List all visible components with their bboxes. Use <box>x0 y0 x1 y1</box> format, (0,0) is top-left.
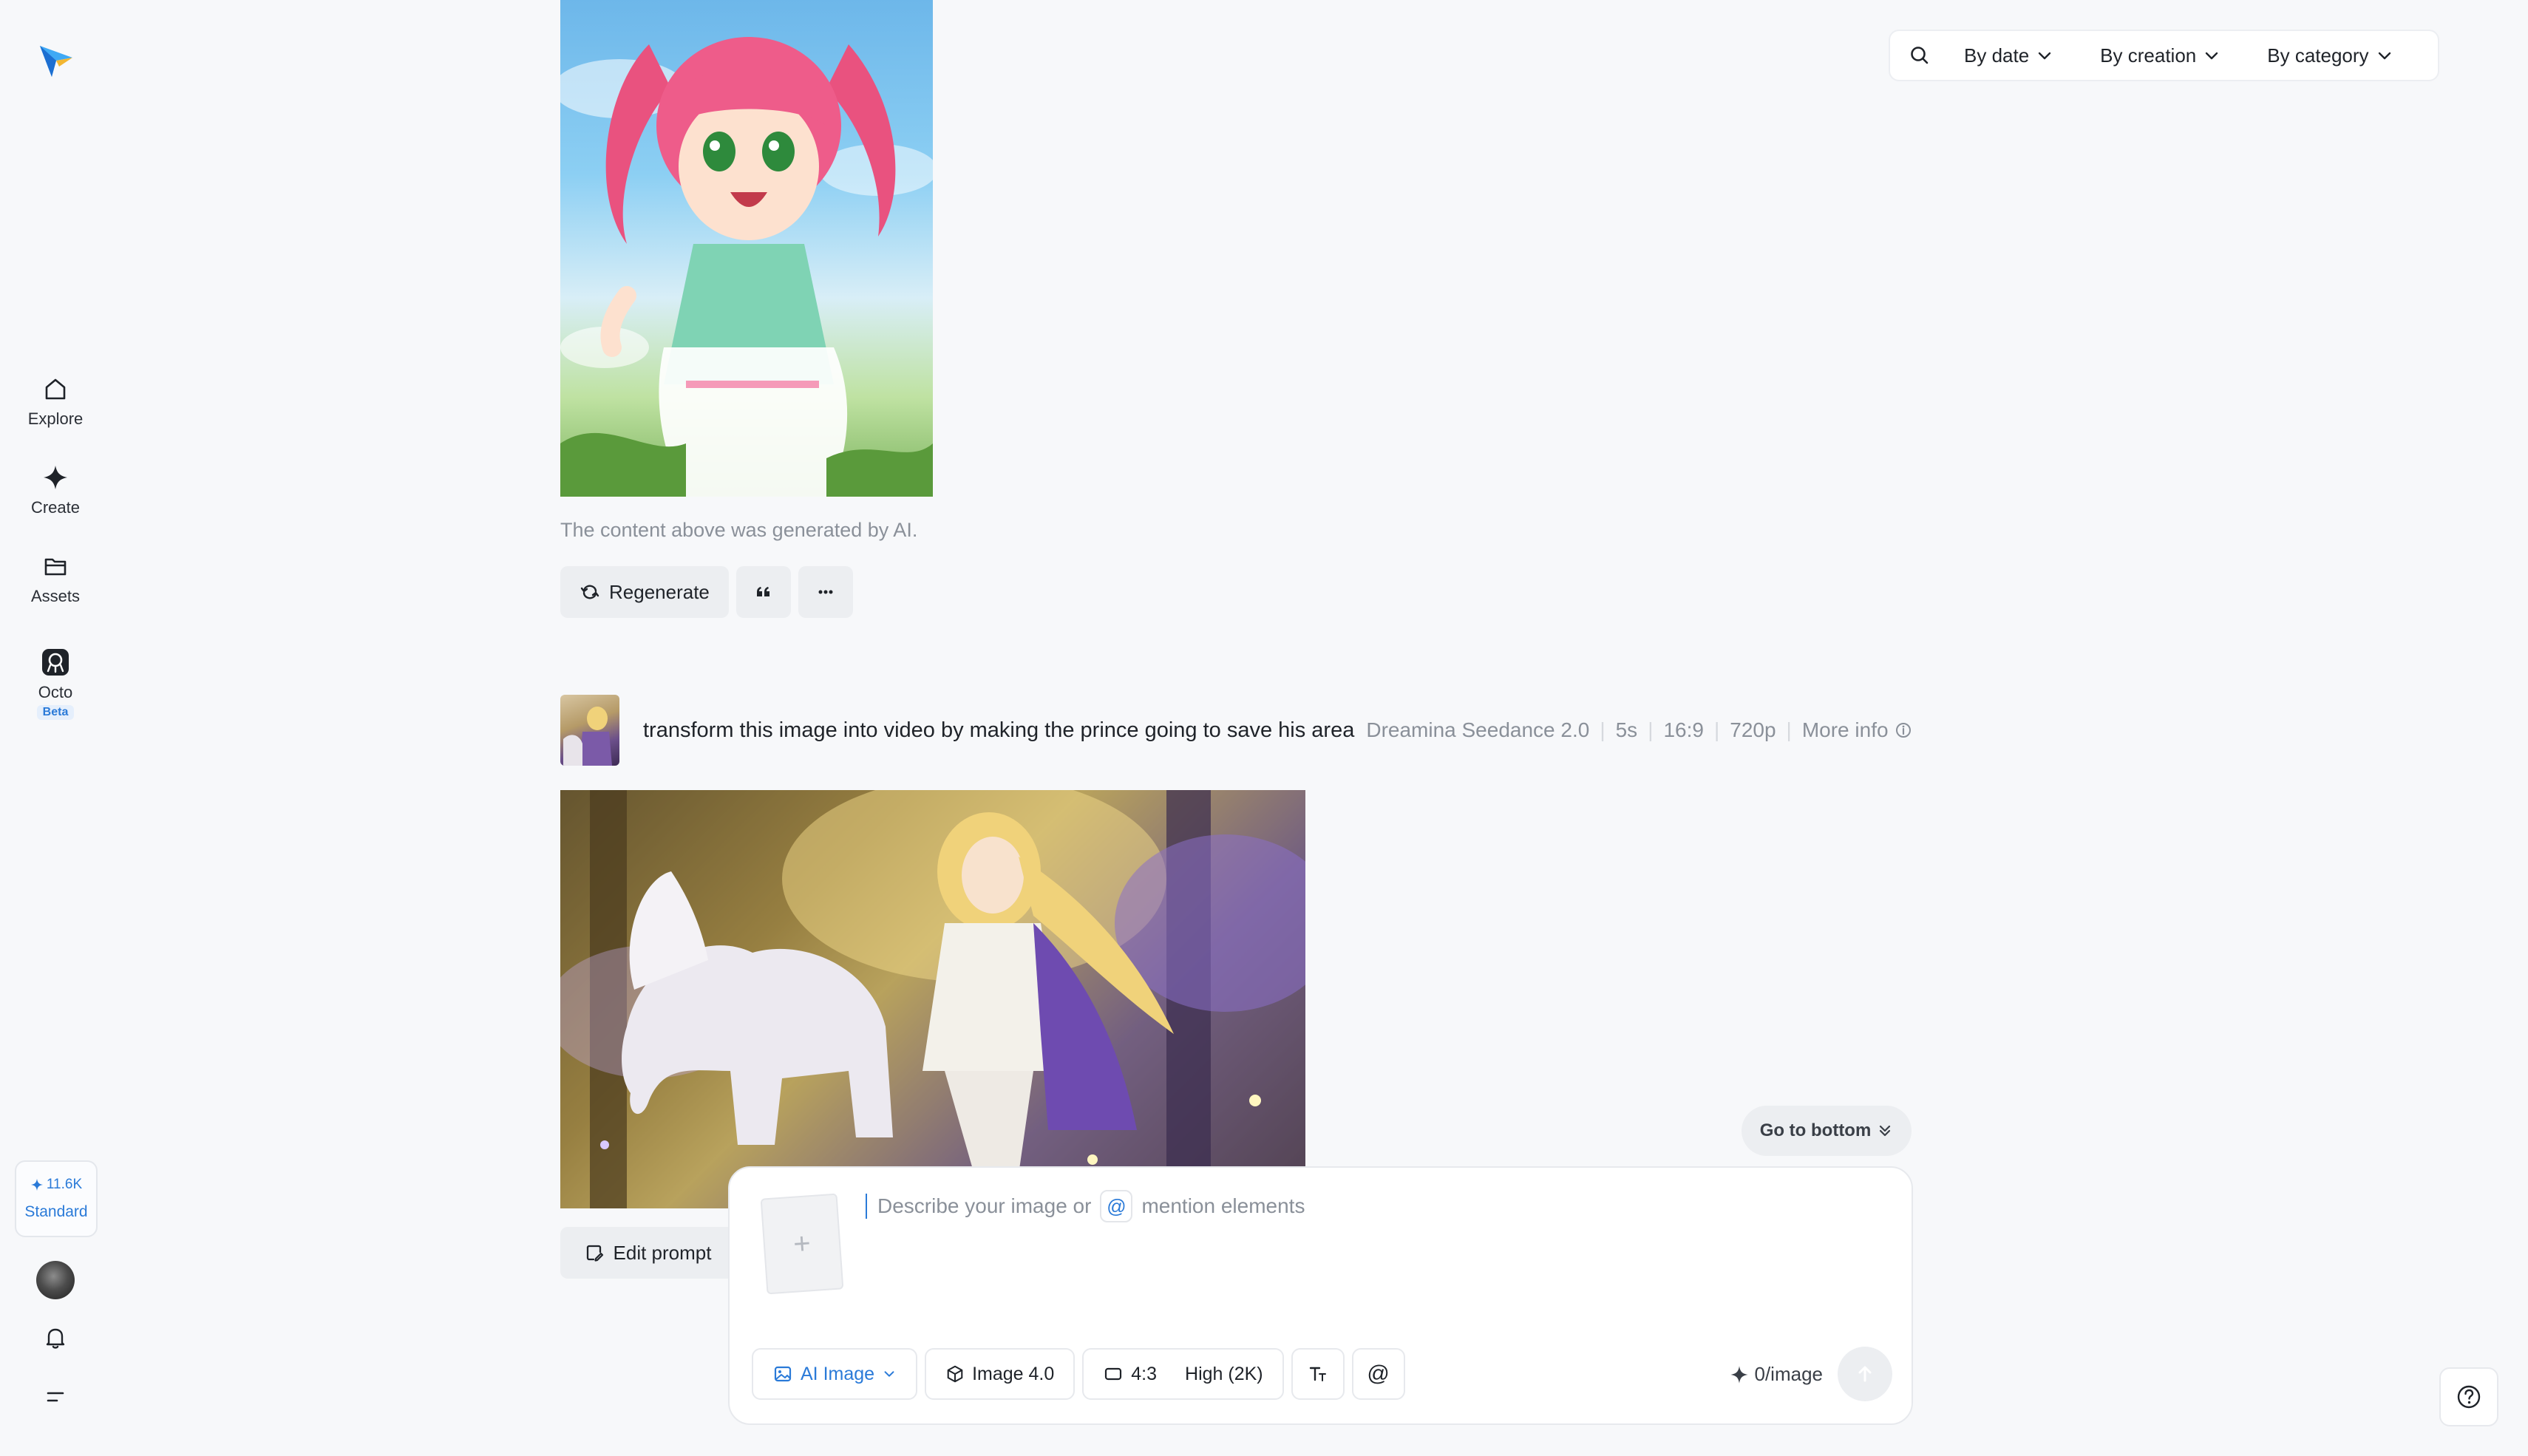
menu-icon[interactable] <box>41 1382 70 1412</box>
plan-label: Standard <box>24 1203 88 1220</box>
filter-label: By creation <box>2100 44 2197 67</box>
go-to-bottom-label: Go to bottom <box>1759 1120 1872 1140</box>
duration: 5s <box>1615 718 1638 741</box>
prompt-composer: + Describe your image or @ mention eleme… <box>728 1166 1913 1425</box>
model-selector[interactable]: Image 4.0 <box>925 1348 1076 1400</box>
divider: | <box>1786 718 1792 741</box>
sidebar-item-octo[interactable]: Octo Beta <box>11 647 100 721</box>
ai-generated-note: The content above was generated by AI. <box>560 519 918 541</box>
avatar[interactable] <box>36 1261 75 1299</box>
sidebar-item-label: Create <box>30 498 81 517</box>
filter-by-category[interactable]: By category <box>2267 44 2392 67</box>
sidebar-item-label: Assets <box>30 587 81 605</box>
bell-icon[interactable] <box>41 1323 70 1353</box>
search-button[interactable] <box>1906 42 1933 69</box>
ratio-quality-selector[interactable]: 4:3 High (2K) <box>1082 1348 1284 1400</box>
filter-by-date[interactable]: By date <box>1964 44 2053 67</box>
go-to-bottom-button[interactable]: Go to bottom <box>1742 1106 1912 1156</box>
sparkle-icon <box>44 466 67 489</box>
help-button[interactable] <box>2439 1367 2498 1426</box>
text-style-button[interactable] <box>1291 1348 1345 1400</box>
prompt-text: transform this image into video by makin… <box>643 718 1355 742</box>
reference-thumbnail[interactable] <box>560 695 619 766</box>
sidebar-item-label: Explore <box>27 409 84 428</box>
image-icon <box>774 1366 792 1382</box>
generated-image-anime-girl[interactable] <box>560 0 933 497</box>
info-icon <box>1895 723 1911 738</box>
filter-label: By category <box>2267 44 2369 67</box>
filter-by-creation[interactable]: By creation <box>2100 44 2220 67</box>
generated-image-prince-on-horse[interactable] <box>560 790 1305 1208</box>
model-name: Dreamina Seedance 2.0 <box>1366 718 1590 741</box>
divider: | <box>1600 718 1606 741</box>
more-options-button[interactable] <box>798 566 853 618</box>
more-dots-icon <box>818 590 833 594</box>
filter-bar: By date By creation By category <box>1889 30 2439 81</box>
more-info-link[interactable]: More info <box>1802 718 1912 742</box>
sparkle-icon <box>1730 1365 1748 1384</box>
mention-button[interactable]: @ <box>1351 1348 1405 1400</box>
chevron-down-icon <box>2378 52 2391 60</box>
quality-label: High (2K) <box>1185 1363 1263 1384</box>
octo-icon <box>42 649 69 676</box>
result-actions: Regenerate <box>560 566 853 618</box>
credits-amount: 11.6K <box>46 1177 83 1192</box>
chevron-down-icon <box>2038 52 2051 60</box>
quote-button[interactable] <box>735 566 791 618</box>
placeholder-end: mention elements <box>1141 1194 1305 1217</box>
upload-reference-button[interactable]: + <box>760 1193 844 1295</box>
divider: | <box>1648 718 1654 741</box>
app-logo[interactable] <box>37 41 75 80</box>
generation-meta: Dreamina Seedance 2.0 | 5s | 16:9 | 720p… <box>1366 718 1912 742</box>
chevron-down-icon <box>884 1371 894 1377</box>
credits-box[interactable]: 11.6K Standard <box>15 1160 98 1237</box>
double-chevron-down-icon <box>1880 1125 1891 1137</box>
sparkle-icon <box>30 1178 43 1191</box>
divider: | <box>1713 718 1720 741</box>
home-icon <box>45 378 66 400</box>
cube-icon <box>947 1365 963 1383</box>
mode-label: AI Image <box>801 1363 875 1384</box>
mode-selector[interactable]: AI Image <box>752 1348 918 1400</box>
folder-icon <box>44 558 67 576</box>
model-label: Image 4.0 <box>972 1363 1055 1384</box>
placeholder-start: Describe your image or <box>877 1194 1092 1217</box>
sidebar: Explore Create Assets Octo Beta 11.6K St… <box>0 0 111 1456</box>
cost-label: 0/image <box>1754 1363 1824 1385</box>
search-icon <box>1911 47 1929 64</box>
edit-prompt-label: Edit prompt <box>613 1241 712 1264</box>
aspect-ratio-icon <box>1105 1367 1122 1381</box>
sidebar-item-assets[interactable]: Assets <box>11 551 100 625</box>
edit-prompt-button[interactable]: Edit prompt <box>560 1227 735 1279</box>
prompt-row: transform this image into video by makin… <box>560 695 1912 766</box>
beta-badge: Beta <box>36 705 75 720</box>
ratio-label: 4:3 <box>1131 1363 1158 1384</box>
prompt-input[interactable]: Describe your image or @ mention element… <box>866 1190 1305 1222</box>
refresh-icon <box>580 585 599 599</box>
regenerate-button[interactable]: Regenerate <box>560 566 729 618</box>
resolution: 720p <box>1730 718 1776 741</box>
edit-icon <box>586 1245 603 1262</box>
regenerate-label: Regenerate <box>609 580 710 603</box>
quote-icon <box>756 587 769 596</box>
sidebar-item-create[interactable]: Create <box>11 463 100 537</box>
more-info-label: More info <box>1801 718 1889 741</box>
composer-toolbar: AI Image Image 4.0 4:3 High (2K) @ <box>752 1348 1405 1400</box>
cost-indicator: 0/image <box>1730 1363 1824 1386</box>
help-icon <box>2457 1385 2481 1409</box>
arrow-up-icon <box>1858 1366 1872 1382</box>
text-caret <box>866 1194 867 1219</box>
at-sign-icon: @ <box>1367 1361 1390 1386</box>
sidebar-item-explore[interactable]: Explore <box>11 374 100 448</box>
plus-icon: + <box>792 1226 812 1261</box>
send-button[interactable] <box>1838 1347 1892 1401</box>
sidebar-item-label: Octo <box>38 683 73 701</box>
mention-icon[interactable]: @ <box>1100 1190 1133 1222</box>
filter-label: By date <box>1964 44 2030 67</box>
text-format-icon <box>1309 1367 1326 1381</box>
chevron-down-icon <box>2206 52 2218 60</box>
aspect-ratio: 16:9 <box>1663 718 1704 741</box>
